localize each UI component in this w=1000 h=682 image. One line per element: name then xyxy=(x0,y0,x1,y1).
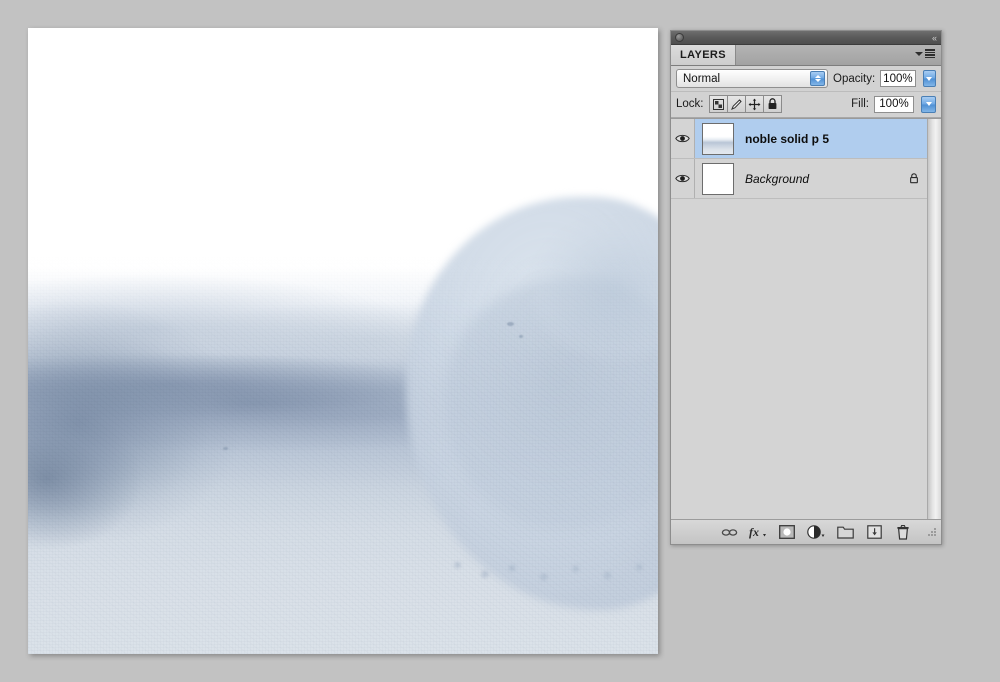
table-row[interactable]: noble solid p 5 xyxy=(671,119,927,159)
blend-mode-value: Normal xyxy=(683,72,721,85)
add-layer-mask-icon[interactable] xyxy=(778,523,796,541)
opacity-dropdown-icon[interactable] xyxy=(922,70,936,87)
layer-locked-icon xyxy=(901,173,927,184)
eye-icon xyxy=(675,174,690,183)
fill-label: Fill: xyxy=(851,98,869,110)
lock-label: Lock: xyxy=(676,98,704,110)
photoshop-workspace: « LAYERS Normal Opacity: 100% Lock: Fill… xyxy=(0,0,1000,682)
blend-mode-stepper-icon[interactable] xyxy=(810,71,825,86)
opacity-label: Opacity: xyxy=(833,72,876,85)
blend-mode-select[interactable]: Normal xyxy=(676,69,828,88)
fill-dropdown-icon[interactable] xyxy=(921,95,936,113)
lock-position-icon[interactable] xyxy=(744,95,764,113)
layer-style-fx-icon[interactable]: fx xyxy=(749,523,767,541)
lock-fill-row: Lock: Fill: 100% xyxy=(671,92,941,118)
layer-name-label[interactable]: noble solid p 5 xyxy=(741,132,901,146)
tab-layers[interactable]: LAYERS xyxy=(671,45,737,65)
layer-thumbnail xyxy=(702,162,734,195)
layer-list: noble solid p 5 Background xyxy=(671,118,941,519)
layer-visibility-toggle[interactable] xyxy=(671,119,695,158)
layers-panel: « LAYERS Normal Opacity: 100% Lock: Fill… xyxy=(670,30,942,545)
delete-layer-icon[interactable] xyxy=(894,523,912,541)
link-layers-icon[interactable] xyxy=(720,523,738,541)
layer-list-scrollbar[interactable] xyxy=(927,119,941,519)
lock-all-icon[interactable] xyxy=(762,95,782,113)
layers-panel-footer: fx xyxy=(671,519,941,544)
tab-layers-label: LAYERS xyxy=(680,49,727,61)
artwork-paper-grain xyxy=(28,28,658,654)
chevron-down-icon xyxy=(915,51,923,56)
collapse-panel-icon[interactable]: « xyxy=(932,33,937,43)
resize-grip-icon[interactable] xyxy=(925,526,937,538)
layer-thumbnail-cell[interactable] xyxy=(695,162,741,195)
new-group-icon[interactable] xyxy=(836,523,854,541)
table-row[interactable]: Background xyxy=(671,159,927,199)
hamburger-icon xyxy=(925,49,935,58)
adjustment-layer-icon[interactable] xyxy=(807,523,825,541)
lock-button-group xyxy=(708,95,782,113)
blend-opacity-row: Normal Opacity: 100% xyxy=(671,66,941,92)
panel-titlebar[interactable]: « xyxy=(671,31,941,45)
opacity-input[interactable]: 100% xyxy=(880,70,916,87)
layer-visibility-toggle[interactable] xyxy=(671,159,695,198)
canvas-document[interactable] xyxy=(28,28,658,654)
new-layer-icon[interactable] xyxy=(865,523,883,541)
window-dot-icon xyxy=(675,33,684,42)
fill-input[interactable]: 100% xyxy=(874,95,914,113)
lock-image-pixels-icon[interactable] xyxy=(726,95,746,113)
layer-name-label[interactable]: Background xyxy=(741,172,901,186)
eye-icon xyxy=(675,134,690,143)
svg-text:fx: fx xyxy=(749,525,759,539)
layer-thumbnail-cell[interactable] xyxy=(695,122,741,155)
panel-tab-strip: LAYERS xyxy=(671,45,941,66)
panel-menu-icon[interactable] xyxy=(915,49,935,58)
layer-thumbnail xyxy=(702,122,734,155)
layer-rows: noble solid p 5 Background xyxy=(671,119,927,519)
lock-transparent-pixels-icon[interactable] xyxy=(708,95,728,113)
